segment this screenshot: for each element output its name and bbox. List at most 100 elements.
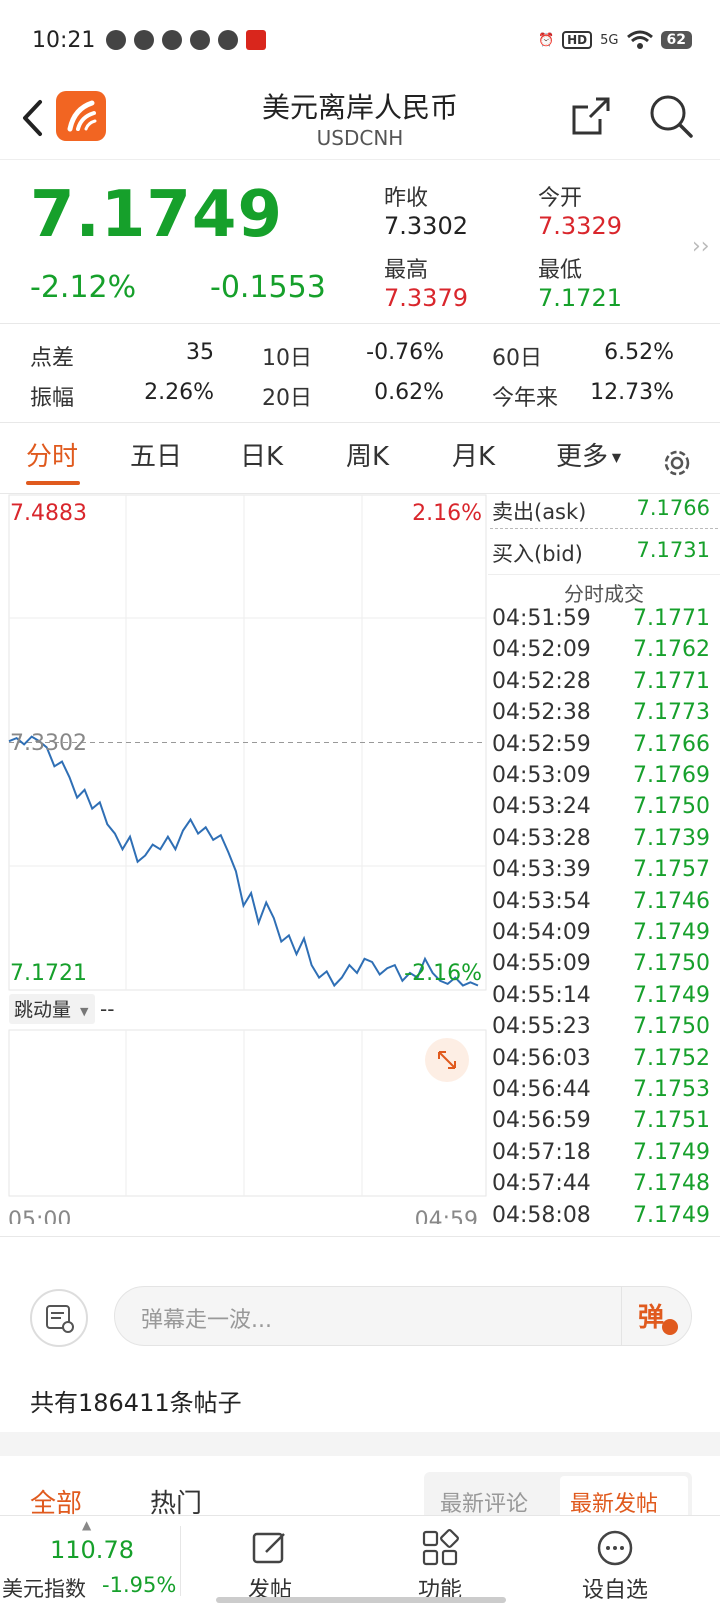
d60-label: 60日	[492, 346, 542, 371]
tick-time: 04:52:59	[492, 731, 591, 757]
change-percent: -2.12%	[30, 270, 137, 305]
system-icons: ⏰ HD 5G 62	[538, 30, 692, 50]
notification-icon	[106, 30, 126, 50]
tick-time: 04:55:14	[492, 982, 591, 1008]
danmu-send-label: 弹	[638, 1303, 665, 1333]
tick-price: 7.1748	[633, 1171, 710, 1197]
ask-value: 7.1766	[636, 496, 710, 520]
search-icon[interactable]	[648, 93, 694, 139]
tick-price: 7.1746	[633, 888, 710, 914]
low-label: 最低	[538, 258, 583, 283]
ytd-value: 12.73%	[590, 380, 674, 405]
divider	[0, 1236, 720, 1237]
tick-time: 04:56:44	[492, 1077, 591, 1102]
amplitude-value: 2.26%	[144, 380, 214, 405]
ask-label: 卖出(ask)	[492, 500, 587, 524]
chart-start-time: 05:00	[8, 1208, 71, 1224]
d60-value: 6.52%	[604, 340, 674, 365]
sort-latest-post-label: 最新发帖	[570, 1492, 659, 1517]
tick-time: 04:57:44	[492, 1171, 591, 1197]
d20-value: 0.62%	[374, 380, 444, 405]
sort-latest-comment[interactable]: 最新评论	[440, 1486, 528, 1518]
notification-icon	[162, 30, 182, 50]
tab-five-day[interactable]: 五日	[130, 436, 182, 473]
watchlist-label: 设自选	[581, 1578, 648, 1603]
tab-more[interactable]: 更多 ▼	[556, 436, 621, 473]
home-indicator	[216, 1597, 506, 1603]
tick-time: 04:52:09	[492, 637, 591, 663]
tick-price: 7.1753	[633, 1077, 710, 1102]
chart-bottom-price: 7.1721	[10, 961, 87, 986]
chart-reference-price: 7.3302	[10, 731, 87, 756]
share-icon[interactable]	[570, 95, 612, 137]
tick-time: 04:53:24	[492, 794, 591, 820]
tick-time: 04:55:23	[492, 1014, 591, 1040]
chart-top-percent: 2.16%	[412, 501, 482, 526]
tab-daily-k[interactable]: 日K	[240, 436, 283, 473]
alarm-icon: ⏰	[537, 32, 555, 48]
prev-close-value: 7.3302	[384, 212, 468, 240]
tab-intraday[interactable]: 分时	[26, 436, 78, 473]
intraday-chart[interactable]: 7.4883 2.16% 7.3302 7.1721 -2.16% 跳动量 ▼ …	[8, 494, 488, 1224]
divider	[0, 422, 720, 423]
chart-bottom-percent: -2.16%	[404, 961, 482, 986]
header: 美元离岸人民币 USDCNH	[0, 80, 720, 160]
tick-price: 7.1739	[633, 825, 710, 851]
tick-price: 7.1766	[633, 731, 710, 757]
status-bar: 10:21 ⏰ HD 5G 62	[0, 0, 720, 80]
tick-time: 04:53:54	[492, 888, 591, 914]
spread-value: 35	[186, 340, 214, 365]
d20-label: 20日	[262, 386, 312, 411]
tab-active-indicator	[26, 481, 80, 485]
page-subtitle: USDCNH	[316, 126, 404, 150]
chart-end-time: 04:59	[415, 1208, 478, 1224]
index-value: 110.78	[50, 1536, 134, 1564]
gear-icon[interactable]	[660, 446, 694, 480]
tab-monthly-k[interactable]: 月K	[452, 436, 495, 473]
danmu-input-placeholder: 弹幕走一波...	[141, 1308, 272, 1333]
danmu-input[interactable]: 弹幕走一波... 弹	[114, 1286, 692, 1346]
edit-icon	[252, 1532, 285, 1564]
quote-panel: 卖出(ask) 7.1766 买入(bid) 7.1731 分时成交 04:51…	[488, 494, 720, 1234]
tick-price: 7.1762	[633, 637, 710, 663]
tick-price: 7.1749	[633, 920, 710, 945]
high-value: 7.3379	[384, 284, 468, 312]
volume-value: --	[100, 997, 114, 1021]
tick-time: 04:52:28	[492, 668, 591, 694]
bid-value: 7.1731	[636, 538, 710, 562]
hd-icon: HD	[562, 31, 593, 49]
tick-price: 7.1751	[633, 1108, 710, 1134]
tick-time: 04:56:03	[492, 1045, 591, 1071]
divider	[488, 574, 720, 575]
tick-time: 04:57:18	[492, 1139, 591, 1165]
tick-price: 7.1750	[633, 794, 710, 820]
amplitude-label: 振幅	[30, 386, 75, 411]
divider	[490, 528, 718, 529]
tab-weekly-k[interactable]: 周K	[346, 436, 389, 473]
tick-price: 7.1749	[633, 1202, 710, 1228]
tick-price: 7.1752	[633, 1045, 710, 1071]
d10-label: 10日	[262, 346, 312, 371]
tick-time: 04:52:38	[492, 700, 591, 726]
danmu-settings-icon[interactable]	[30, 1289, 88, 1347]
check-badge-icon	[662, 1319, 678, 1335]
bid-label: 买入(bid)	[492, 542, 583, 566]
page-title: 美元离岸人民币	[261, 91, 458, 124]
caret-down-icon: ▼	[608, 450, 622, 465]
danmu-send-button[interactable]: 弹	[621, 1287, 691, 1345]
divider	[180, 1526, 181, 1596]
prev-close-label: 昨收	[384, 186, 429, 211]
tick-time: 04:51:59	[492, 606, 591, 631]
tick-price: 7.1750	[633, 1014, 710, 1040]
open-label: 今开	[538, 186, 583, 211]
tick-time: 04:56:59	[492, 1108, 591, 1134]
bottom-bar: ▲ 110.78 美元指数 -1.95% 发帖 功能 设自选	[0, 1515, 720, 1605]
divider	[0, 323, 720, 324]
tick-time: 04:58:08	[492, 1202, 591, 1228]
caret-up-icon: ▲	[82, 1518, 92, 1532]
tick-price: 7.1750	[633, 951, 710, 977]
location-icon	[218, 30, 238, 50]
tick-time: 04:53:09	[492, 763, 591, 788]
expand-chevron-icon[interactable]: ››	[692, 234, 710, 259]
tick-price: 7.1757	[633, 857, 710, 883]
